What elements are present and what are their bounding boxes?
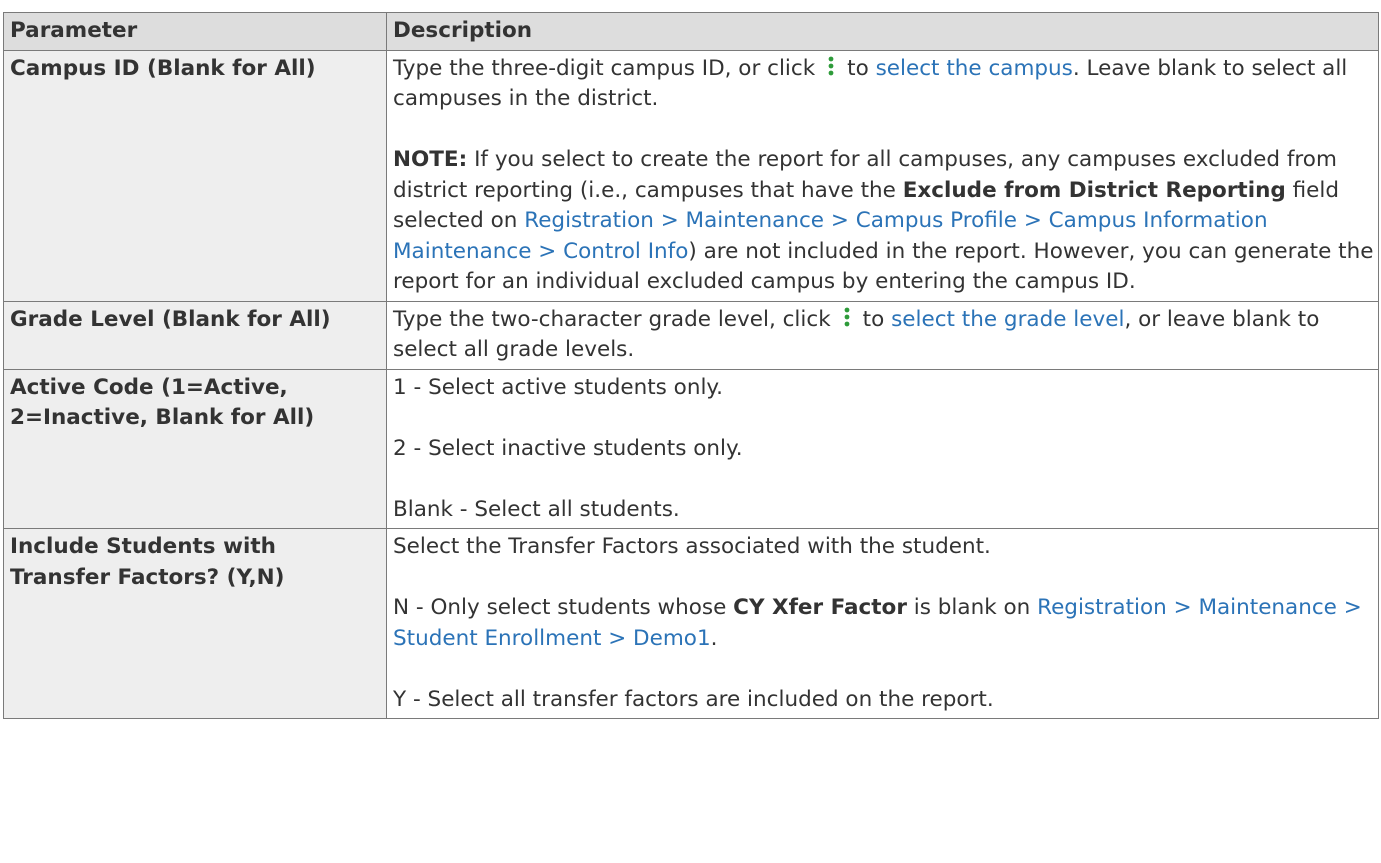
- note-paragraph: NOTE: If you select to create the report…: [393, 147, 1374, 294]
- desc-campus-id: Type the three-digit campus ID, or click…: [386, 49, 1379, 302]
- desc-paragraph: 2 - Select inactive students only.: [393, 435, 743, 461]
- select-campus-link[interactable]: select the campus: [876, 56, 1073, 81]
- exclude-field-name: Exclude from District Reporting: [902, 177, 1286, 203]
- desc-paragraph: Type the three-digit campus ID, or click…: [393, 54, 1348, 112]
- cy-xfer-factor-field: CY Xfer Factor: [733, 595, 907, 620]
- desc-paragraph: 1 - Select active students only.: [393, 374, 723, 400]
- desc-paragraph: N - Only select students whose CY Xfer F…: [393, 595, 1362, 651]
- param-transfer-factors: Include Students with Transfer Factors? …: [3, 528, 387, 719]
- desc-grade-level: Type the two-character grade level, clic…: [386, 300, 1379, 370]
- header-parameter: Parameter: [3, 12, 387, 51]
- table-row: Campus ID (Blank for All) Type the three…: [3, 49, 1379, 302]
- table-row: Include Students with Transfer Factors? …: [3, 528, 1379, 719]
- select-grade-level-link[interactable]: select the grade level: [891, 307, 1124, 332]
- header-description: Description: [386, 12, 1379, 51]
- parameters-table: Parameter Description Campus ID (Blank f…: [3, 12, 1379, 719]
- desc-transfer-factors: Select the Transfer Factors associated w…: [386, 528, 1379, 719]
- param-campus-id: Campus ID (Blank for All): [3, 49, 387, 302]
- desc-paragraph: Type the two-character grade level, clic…: [393, 305, 1320, 363]
- desc-paragraph: Select the Transfer Factors associated w…: [393, 534, 991, 559]
- note-label: NOTE:: [393, 147, 468, 172]
- kebab-menu-icon[interactable]: [819, 54, 843, 78]
- param-active-code: Active Code (1=Active, 2=Inactive, Blank…: [3, 368, 387, 529]
- param-grade-level: Grade Level (Blank for All): [3, 300, 387, 370]
- kebab-menu-icon[interactable]: [835, 305, 859, 329]
- desc-paragraph: Blank - Select all students.: [393, 496, 680, 522]
- table-row: Grade Level (Blank for All) Type the two…: [3, 300, 1379, 370]
- header-row: Parameter Description: [3, 12, 1379, 51]
- desc-active-code: 1 - Select active students only. 2 - Sel…: [386, 368, 1379, 529]
- table-row: Active Code (1=Active, 2=Inactive, Blank…: [3, 368, 1379, 529]
- desc-paragraph: Y - Select all transfer factors are incl…: [393, 686, 994, 712]
